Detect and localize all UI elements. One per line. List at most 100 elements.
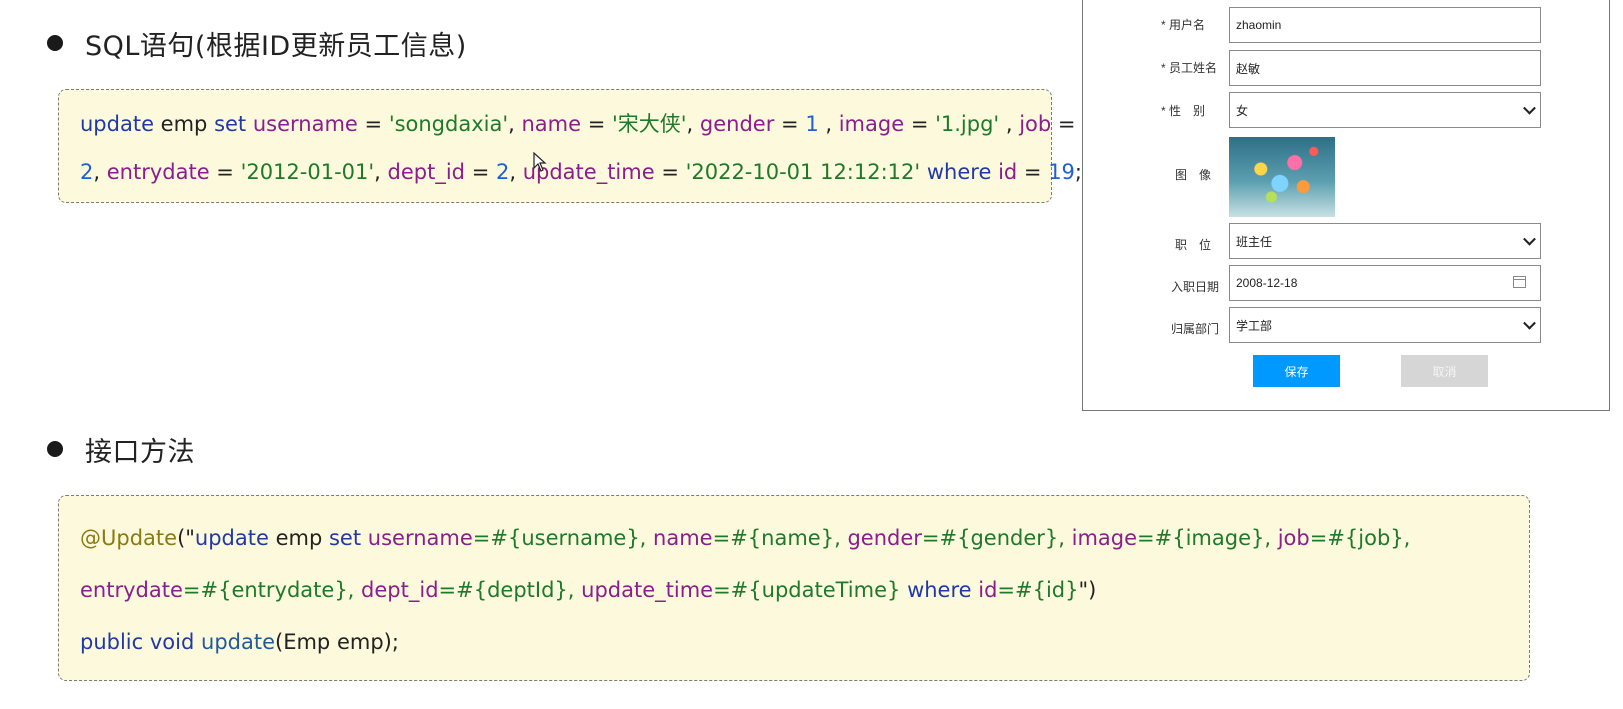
- gender-value: 女: [1236, 103, 1249, 118]
- job-label: 职 位: [1175, 238, 1212, 252]
- code-token: =#{updateTime}: [713, 578, 908, 602]
- name-label: * 员工姓名: [1161, 61, 1218, 75]
- code-token: ,: [818, 112, 839, 136]
- code-token: =#{deptId},: [438, 578, 582, 602]
- code-token: '2022-10-01 12:12:12': [685, 160, 921, 184]
- name-input[interactable]: 赵敏: [1229, 50, 1541, 86]
- dept-label: 归属部门: [1171, 322, 1220, 336]
- code-token: set: [214, 112, 247, 136]
- gender-label: * 性 别: [1161, 104, 1206, 118]
- code-token: id: [978, 578, 998, 602]
- username-input[interactable]: zhaomin: [1229, 7, 1541, 43]
- code-token: =: [1051, 112, 1076, 136]
- code-token: job: [1277, 526, 1310, 550]
- code-token: dept_id: [361, 578, 439, 602]
- code-token: =#{username},: [472, 526, 654, 550]
- code-token: where: [907, 578, 972, 602]
- code-token: =#{job},: [1309, 526, 1411, 550]
- entrydate-input[interactable]: 2008-12-18: [1229, 265, 1541, 301]
- code-token: =#{image},: [1137, 526, 1278, 550]
- code-token: =: [465, 160, 496, 184]
- code-token: where: [926, 160, 992, 184]
- code-token: 'songdaxia': [388, 112, 509, 136]
- code-token: ,: [686, 112, 700, 136]
- entrydate-value: 2008-12-18: [1236, 276, 1298, 290]
- code-token: update: [201, 630, 276, 654]
- api-section-heading: 接口方法: [85, 437, 195, 468]
- dept-value: 学工部: [1236, 318, 1273, 333]
- code-token: update_time: [581, 578, 714, 602]
- code-token: image: [838, 112, 905, 136]
- code-token: (Emp emp);: [275, 630, 399, 654]
- code-token: job: [1019, 112, 1052, 136]
- code-token: =#{id}: [997, 578, 1079, 602]
- code-token: '2012-01-01': [240, 160, 375, 184]
- code-line: entrydate=#{entrydate}, dept_id=#{deptId…: [80, 578, 1096, 602]
- code-token: username: [367, 526, 473, 550]
- code-token: name: [521, 112, 582, 136]
- dept-select[interactable]: 学工部: [1229, 307, 1541, 343]
- code-token: name: [653, 526, 713, 550]
- code-token: id: [998, 160, 1018, 184]
- code-token: update: [194, 526, 269, 550]
- chevron-down-icon: [1523, 316, 1536, 330]
- code-token: gender: [847, 526, 922, 550]
- code-token: '宋大侠': [612, 112, 687, 136]
- code-token: =: [904, 112, 936, 136]
- username-value: zhaomin: [1236, 18, 1282, 32]
- api-code-block: @Update("update emp set username=#{usern…: [58, 495, 1530, 681]
- code-token: 2: [495, 160, 510, 184]
- code-token: emp: [154, 112, 215, 136]
- code-token: emp: [268, 526, 329, 550]
- entrydate-label: 入职日期: [1171, 280, 1220, 294]
- code-token: image: [1071, 526, 1138, 550]
- cancel-button[interactable]: 取消: [1401, 355, 1488, 387]
- sql-code-block: update emp set username = 'songdaxia', n…: [58, 89, 1082, 203]
- code-token: (": [177, 526, 195, 550]
- code-token: =: [581, 112, 612, 136]
- code-line: public void update(Emp emp);: [80, 630, 399, 654]
- code-token: ,: [374, 160, 388, 184]
- avatar-image[interactable]: [1229, 137, 1335, 217]
- code-token: 2: [80, 160, 94, 184]
- image-label: 图 像: [1175, 168, 1212, 182]
- code-token: entrydate: [106, 160, 210, 184]
- calendar-icon[interactable]: [1513, 276, 1526, 288]
- username-label: * 用户名: [1161, 18, 1206, 32]
- code-token: =#{entrydate},: [182, 578, 362, 602]
- save-button[interactable]: 保存: [1253, 355, 1340, 387]
- code-token: gender: [699, 112, 775, 136]
- code-token: =: [209, 160, 241, 184]
- code-token: 1: [805, 112, 819, 136]
- code-token: =: [1017, 160, 1049, 184]
- code-token: set: [328, 526, 362, 550]
- code-token: dept_id: [387, 160, 466, 184]
- code-line: @Update("update emp set username=#{usern…: [80, 526, 1410, 550]
- gender-select[interactable]: 女: [1229, 92, 1541, 128]
- code-token: '1.jpg': [935, 112, 1000, 136]
- code-line: 2, entrydate = '2012-01-01', dept_id = 2…: [80, 160, 1082, 184]
- name-value: 赵敏: [1236, 61, 1261, 76]
- code-token: =: [774, 112, 806, 136]
- code-token: entrydate: [80, 578, 183, 602]
- code-token: public: [80, 630, 144, 654]
- sql-section-heading: SQL语句(根据ID更新员工信息): [85, 31, 467, 62]
- code-token: "): [1078, 578, 1097, 602]
- chevron-down-icon: [1523, 101, 1536, 115]
- code-token: 19: [1048, 160, 1075, 184]
- employee-edit-form: * 用户名 zhaomin * 员工姓名 赵敏 * 性 别 女 图 像 职 位 …: [1082, 0, 1610, 411]
- job-select[interactable]: 班主任: [1229, 223, 1541, 259]
- code-token: =#{gender},: [921, 526, 1072, 550]
- code-token: ,: [999, 112, 1020, 136]
- code-token: ;: [1074, 160, 1082, 184]
- chevron-down-icon: [1523, 232, 1536, 246]
- code-token: @Update: [80, 526, 178, 550]
- code-line: update emp set username = 'songdaxia', n…: [80, 108, 1076, 138]
- code-token: =: [357, 112, 389, 136]
- code-token: username: [252, 112, 358, 136]
